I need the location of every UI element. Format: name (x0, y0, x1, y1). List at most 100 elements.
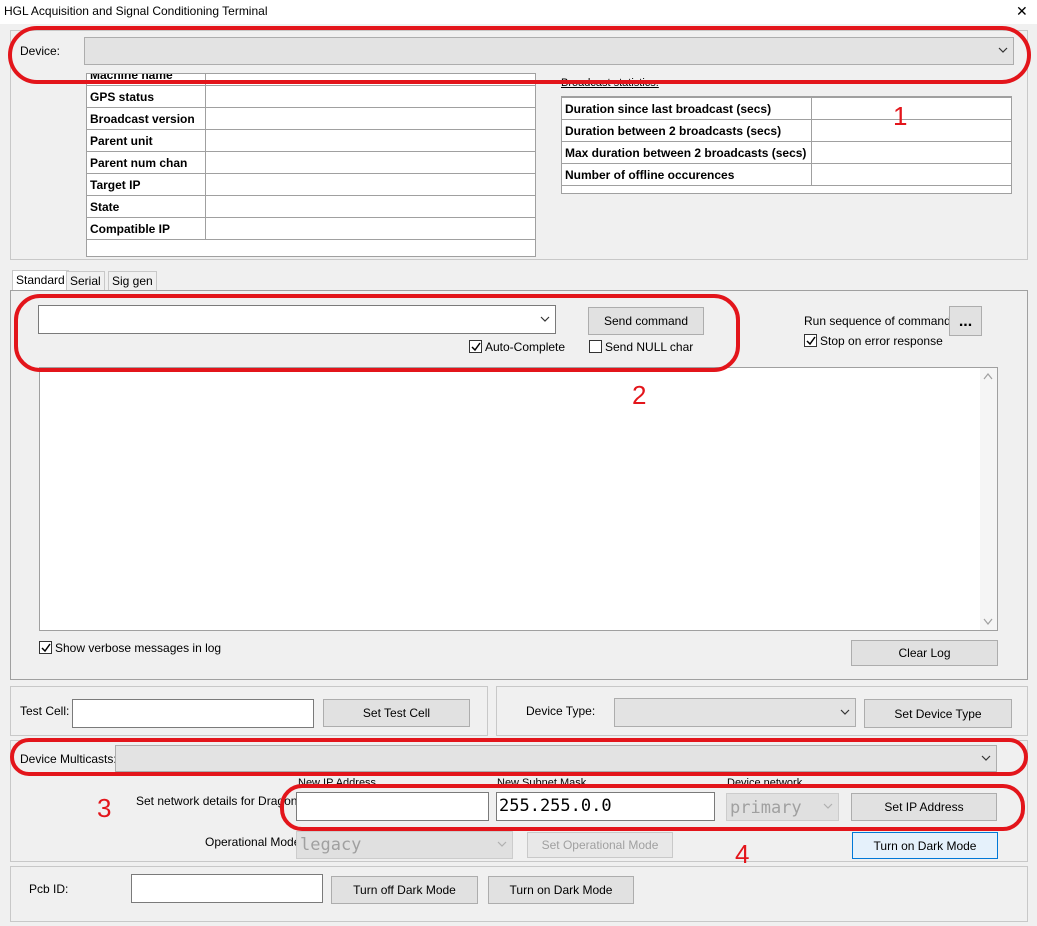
device-network-select[interactable]: primary (726, 793, 839, 821)
row-value (205, 217, 535, 240)
row-label: Compatible IP (87, 217, 206, 240)
set-ip-address-button[interactable]: Set IP Address (851, 793, 997, 821)
turn-on-dark-mode-button-top[interactable]: Turn on Dark Mode (852, 832, 998, 859)
chevron-down-icon (540, 314, 550, 324)
log-textarea[interactable] (39, 367, 998, 631)
row-label: GPS status (87, 85, 206, 108)
tab-standard[interactable]: Standard (12, 270, 69, 291)
ip-address-input[interactable] (296, 792, 489, 821)
row-label: Max duration between 2 broadcasts (secs) (562, 141, 812, 164)
scroll-up-icon[interactable] (980, 368, 997, 385)
row-value (811, 163, 1011, 186)
chevron-down-icon (981, 753, 991, 763)
row-label: Parent num chan (87, 151, 206, 174)
auto-complete-checkbox[interactable] (469, 340, 482, 353)
title-bar: HGL Acquisition and Signal Conditioning … (0, 0, 1037, 24)
scroll-down-icon[interactable] (980, 613, 997, 630)
annotation-number-3: 3 (97, 793, 112, 823)
row-label: Broadcast version (87, 107, 206, 130)
pcb-label: Pcb ID: (29, 882, 69, 896)
table-row: Parent unit (87, 129, 535, 152)
chevron-down-icon (998, 45, 1008, 55)
row-value (205, 129, 535, 152)
table-row: Parent num chan (87, 151, 535, 174)
annotation-number-1: 1 (893, 101, 908, 131)
table-row: Target IP (87, 173, 535, 196)
device-type-select[interactable] (614, 698, 856, 727)
multicasts-label: Device Multicasts: (20, 752, 117, 766)
table-row: Max duration between 2 broadcasts (secs) (562, 141, 1011, 164)
row-value (205, 74, 535, 86)
subnet-mask-input[interactable]: 255.255.0.0 (496, 792, 715, 821)
send-null-checkbox[interactable] (589, 340, 602, 353)
window-title: HGL Acquisition and Signal Conditioning … (4, 4, 268, 18)
row-value (811, 119, 1011, 142)
close-icon[interactable]: ✕ (1016, 3, 1028, 20)
annotation-number-4: 4 (735, 839, 750, 869)
operational-mode-value: legacy (300, 835, 362, 855)
info-table-wrap: Machine name GPS status Broadcast versio… (86, 73, 536, 257)
device-select[interactable] (84, 37, 1014, 65)
row-value (205, 85, 535, 108)
operational-mode-select[interactable]: legacy (296, 831, 513, 859)
device-network-value: primary (730, 798, 802, 818)
broadcast-heading: Broadcast statistics: (561, 77, 659, 89)
table-row: Broadcast version (87, 107, 535, 130)
operational-mode-label: Operational Mode (205, 835, 301, 849)
test-cell-label: Test Cell: (20, 704, 70, 718)
info-table: Machine name GPS status Broadcast versio… (87, 74, 535, 240)
row-value (205, 173, 535, 196)
set-test-cell-button[interactable]: Set Test Cell (323, 699, 470, 727)
device-network-header: Device network (727, 777, 803, 789)
command-input[interactable] (38, 305, 556, 334)
row-label: Duration since last broadcast (secs) (562, 97, 812, 120)
row-label: Machine name (87, 74, 206, 86)
ip-header: New IP Address (298, 777, 377, 789)
clear-log-button[interactable]: Clear Log (851, 640, 998, 666)
tab-sig-gen[interactable]: Sig gen (108, 271, 157, 290)
table-row: Duration between 2 broadcasts (secs) (562, 119, 1011, 142)
broadcast-table-wrap: Duration since last broadcast (secs) Dur… (561, 96, 1012, 194)
log-scrollbar[interactable] (980, 368, 997, 630)
stop-on-error-checkbox[interactable] (804, 334, 817, 347)
row-value (205, 107, 535, 130)
send-null-label: Send NULL char (605, 340, 694, 354)
verbose-checkbox[interactable] (39, 641, 52, 654)
row-label: State (87, 195, 206, 218)
table-row: Compatible IP (87, 217, 535, 240)
chevron-down-icon (823, 801, 833, 811)
verbose-label: Show verbose messages in log (55, 641, 222, 655)
tab-serial[interactable]: Serial (66, 271, 105, 290)
send-command-button[interactable]: Send command (588, 307, 704, 335)
pcb-id-input[interactable] (131, 874, 323, 903)
network-label: Set network details for Dragonfly (136, 794, 310, 808)
row-label: Duration between 2 broadcasts (secs) (562, 119, 812, 142)
chevron-down-icon (497, 839, 507, 849)
subnet-header: New Subnet Mask (497, 777, 587, 789)
turn-on-dark-mode-button[interactable]: Turn on Dark Mode (488, 876, 634, 904)
device-type-label: Device Type: (526, 704, 596, 718)
set-device-type-button[interactable]: Set Device Type (864, 699, 1012, 728)
multicasts-select[interactable] (115, 745, 997, 772)
run-sequence-label: Run sequence of commands (804, 314, 957, 328)
table-row: Machine name (87, 74, 535, 86)
annotation-number-2: 2 (632, 380, 647, 410)
stop-on-error-label: Stop on error response (820, 334, 943, 348)
broadcast-table: Duration since last broadcast (secs) Dur… (562, 97, 1011, 186)
row-label: Target IP (87, 173, 206, 196)
row-label: Parent unit (87, 129, 206, 152)
device-label: Device: (20, 44, 61, 58)
run-sequence-button[interactable]: ... (949, 306, 982, 336)
row-value (205, 195, 535, 218)
table-row: State (87, 195, 535, 218)
chevron-down-icon (840, 707, 850, 717)
row-value (811, 141, 1011, 164)
subnet-mask-value: 255.255.0.0 (499, 796, 612, 816)
table-row: Number of offline occurences (562, 163, 1011, 186)
test-cell-input[interactable] (72, 699, 314, 728)
table-row: Duration since last broadcast (secs) (562, 97, 1011, 120)
set-operational-mode-button[interactable]: Set Operational Mode (527, 832, 673, 858)
turn-off-dark-mode-button[interactable]: Turn off Dark Mode (331, 876, 478, 904)
row-label: Number of offline occurences (562, 163, 812, 186)
row-value (205, 151, 535, 174)
